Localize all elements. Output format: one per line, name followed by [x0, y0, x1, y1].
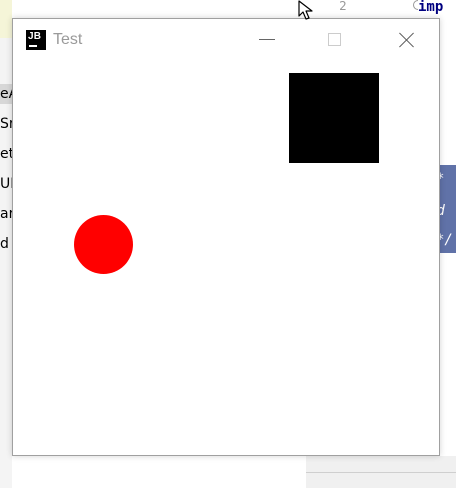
ide-left-line-5: ar — [0, 206, 12, 222]
ide-left-line-3: et — [0, 146, 12, 162]
ide-left-highlight — [0, 0, 12, 38]
maximize-button[interactable] — [311, 19, 357, 61]
drawing-canvas[interactable] — [13, 61, 439, 455]
ide-left-panel: eA Sr et UI. ar d — [0, 0, 12, 488]
minimize-button[interactable] — [243, 19, 289, 61]
close-button[interactable] — [383, 19, 429, 61]
jetbrains-icon: JB — [26, 30, 46, 50]
close-icon — [399, 32, 415, 48]
app-window: JB Test — [12, 18, 440, 456]
window-titlebar[interactable]: JB Test — [13, 19, 439, 61]
minimize-icon — [259, 39, 275, 40]
maximize-icon — [328, 33, 341, 46]
ide-left-line-6: d — [0, 236, 9, 252]
bottom-panel-divider — [306, 472, 456, 473]
code-line-1: imp — [418, 0, 444, 15]
editor-line-number: 2 — [339, 0, 347, 13]
desktop: eA Sr et UI. ar d 2 imp mp mp mp mp * ad… — [0, 0, 456, 488]
mouse-cursor-icon — [298, 0, 313, 20]
ide-bottom-panel — [306, 456, 456, 488]
ide-left-line-2: Sr — [0, 116, 12, 132]
ide-left-line-4: UI. — [0, 176, 12, 192]
red-circle-shape — [74, 215, 133, 274]
ide-left-line-1: eA — [0, 84, 12, 104]
black-square-shape — [289, 73, 379, 163]
app-icon-underline — [29, 45, 37, 47]
app-icon-label: JB — [28, 31, 42, 42]
window-title: Test — [53, 31, 83, 48]
